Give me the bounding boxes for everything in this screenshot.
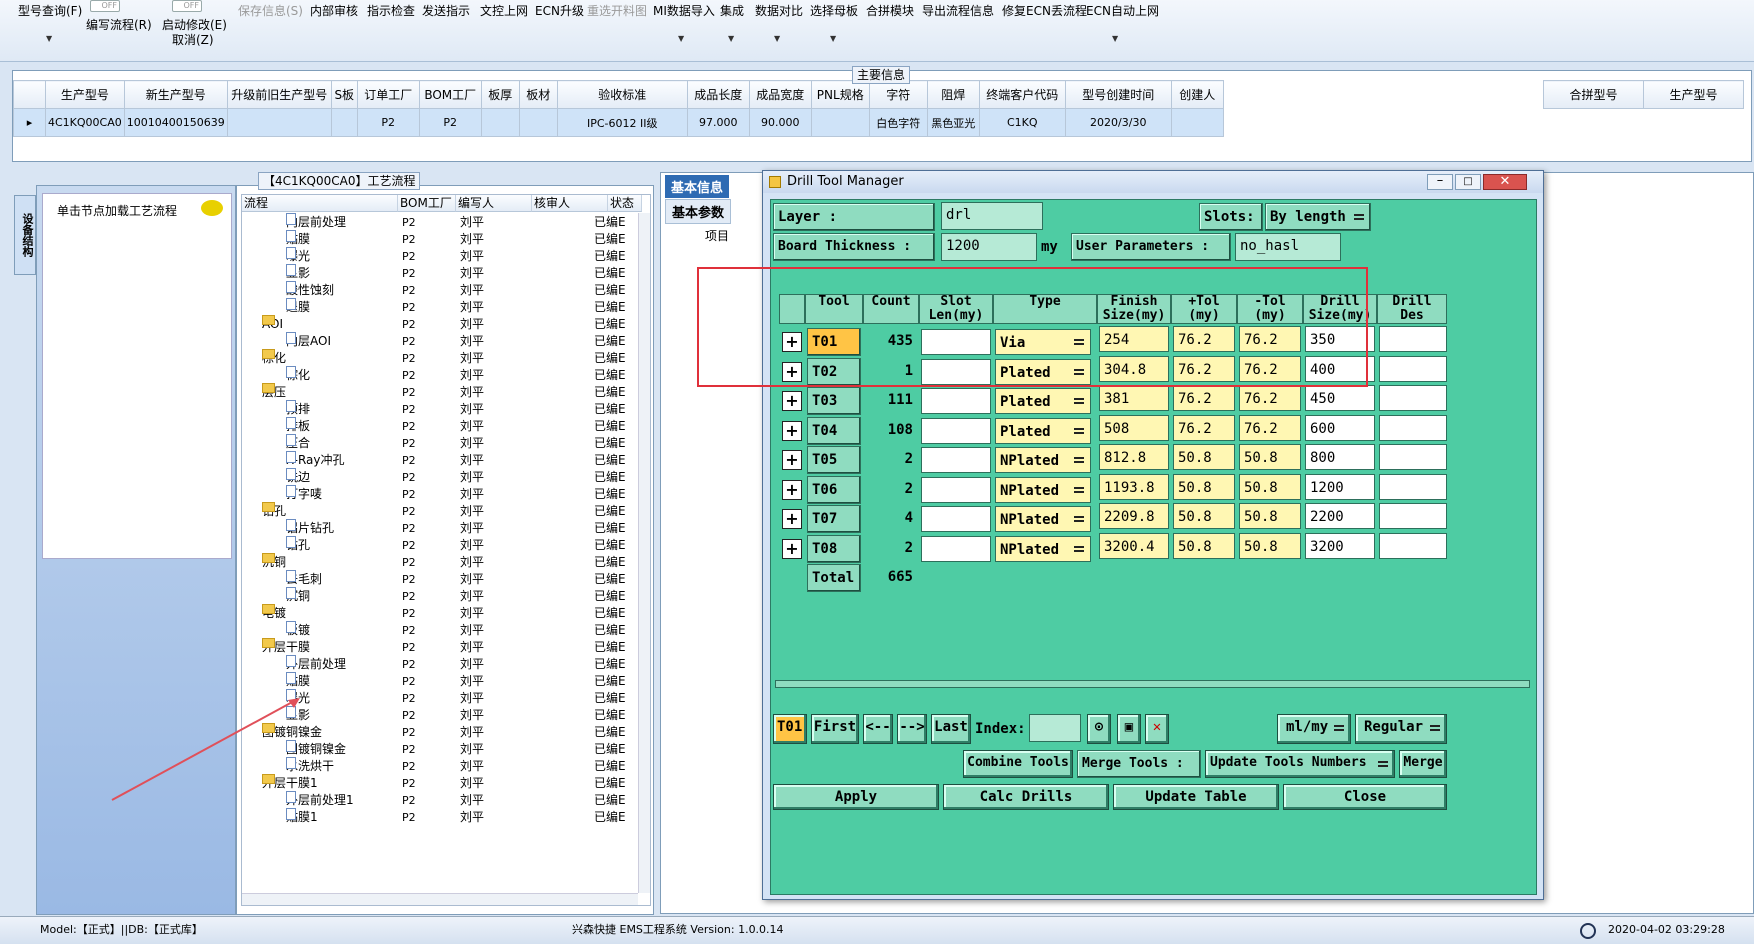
status-app: 兴森快捷 EMS工程系统 Version: 1.0.0.14 [572, 923, 784, 936]
status-model: Model:【正式】||DB:【正式库】 [40, 923, 203, 936]
clock-icon [1580, 923, 1596, 939]
status-datetime: 2020-04-02 03:29:28 [1608, 923, 1725, 936]
annotation-arrow [111, 698, 300, 801]
status-bar: Model:【正式】||DB:【正式库】 兴森快捷 EMS工程系统 Versio… [0, 916, 1754, 944]
